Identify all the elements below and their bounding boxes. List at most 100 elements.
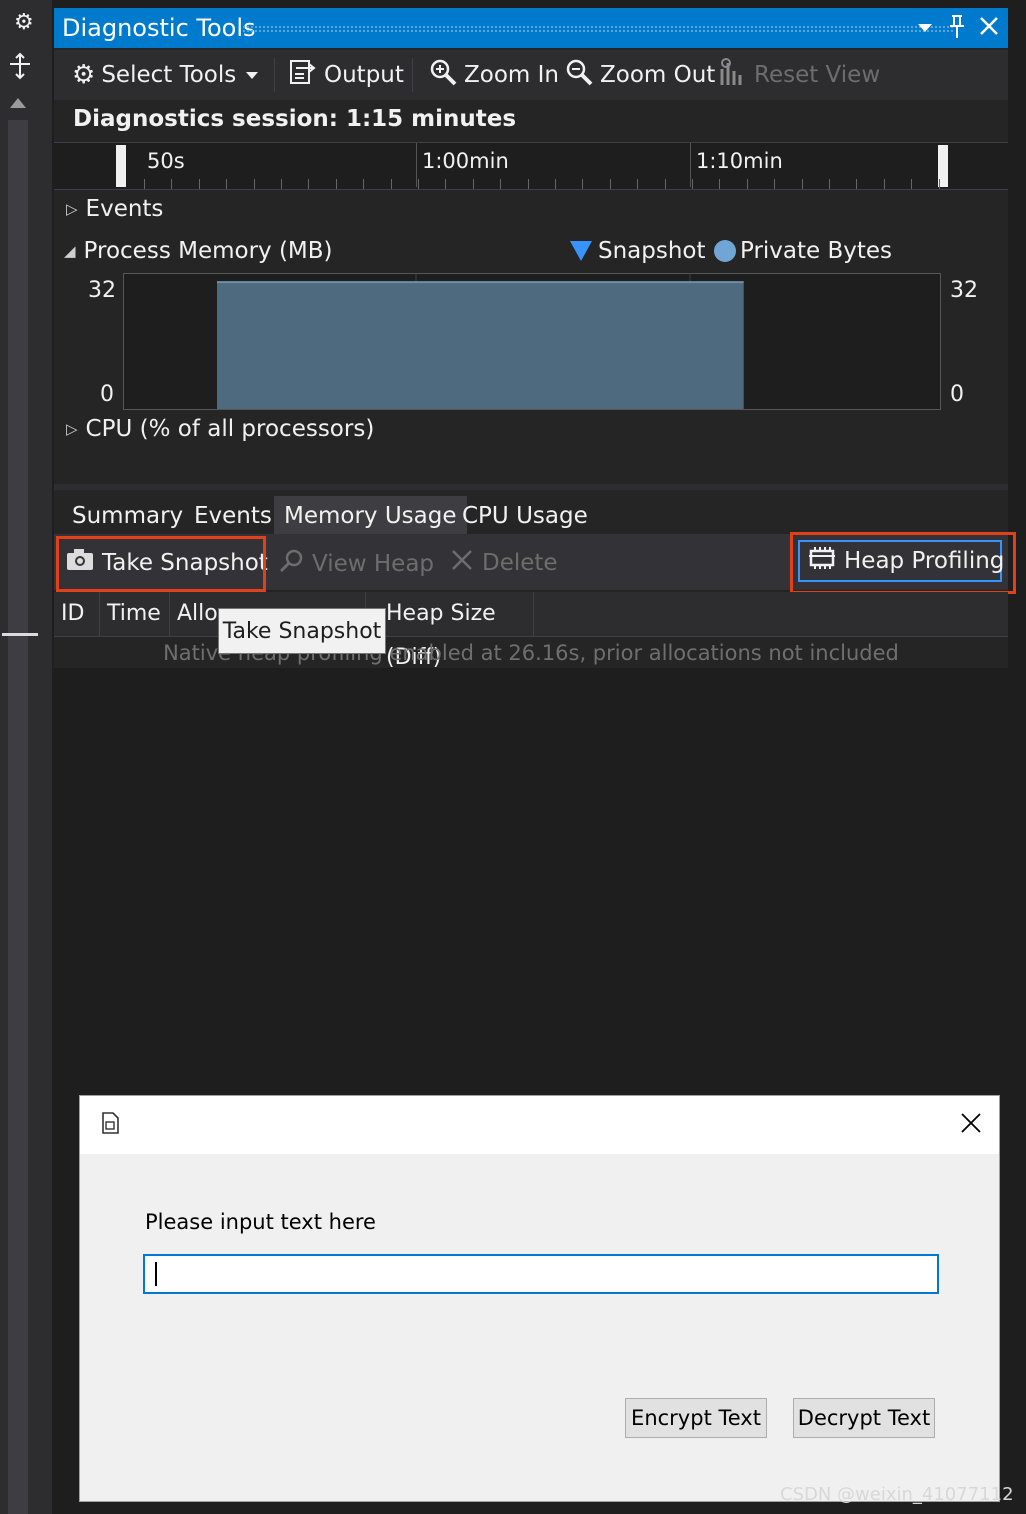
timeline-ruler[interactable]: 50s 1:00min 1:10min — [54, 142, 1008, 190]
column-header-id[interactable]: ID — [54, 592, 100, 636]
tab-summary[interactable]: Summary — [62, 496, 193, 534]
ruler-minor-tick — [665, 179, 666, 189]
process-memory-label: Process Memory (MB) — [83, 238, 333, 264]
pin-icon[interactable] — [948, 14, 966, 44]
vertical-scrollbar[interactable] — [8, 120, 28, 1514]
ruler-label: 50s — [147, 149, 185, 173]
ruler-minor-tick — [610, 179, 611, 189]
legend-snapshot-label: Snapshot — [598, 238, 706, 264]
y-axis-right-min: 0 — [950, 382, 964, 407]
ruler-minor-tick — [226, 179, 227, 189]
reset-view-button[interactable]: Reset View — [718, 57, 881, 93]
splitter[interactable] — [54, 484, 1008, 490]
ruler-minor-tick — [418, 179, 419, 189]
highlight-box — [790, 532, 1016, 594]
ruler-minor-tick — [747, 179, 748, 189]
ruler-minor-tick — [939, 179, 940, 189]
close-icon[interactable] — [960, 1112, 982, 1138]
cpu-section-label: CPU (% of all processors) — [85, 416, 375, 442]
titlebar-grip — [242, 25, 954, 33]
side-toolbar: ⚙ — [0, 0, 52, 1514]
window-titlebar[interactable]: Diagnostic Tools — [54, 8, 1008, 48]
session-duration: Diagnostics session: 1:15 minutes — [73, 106, 517, 132]
column-header-time[interactable]: Time — [100, 592, 170, 636]
gear-icon: ⚙ — [72, 60, 96, 90]
delete-label: Delete — [482, 550, 558, 576]
move-icon[interactable] — [8, 52, 32, 80]
gear-icon[interactable]: ⚙ — [14, 10, 34, 35]
ruler-minor-tick — [391, 179, 392, 189]
output-label: Output — [324, 62, 404, 88]
decrypt-text-button[interactable]: Decrypt Text — [793, 1398, 935, 1438]
diagnostics-toolbar: ⚙ Select Tools Output Zoom In Zoom Out R… — [54, 50, 1008, 100]
cpu-section-header[interactable]: ▷ CPU (% of all processors) — [66, 416, 374, 442]
ruler-left-handle[interactable] — [116, 145, 126, 187]
column-header-heap-size[interactable]: Heap Size (Diff) — [366, 592, 534, 670]
memory-actions-bar: Take Snapshot View Heap Delete Heap Prof… — [54, 532, 1016, 594]
ruler-minor-tick — [582, 179, 583, 189]
ruler-minor-tick — [445, 179, 446, 189]
process-memory-section-header[interactable]: ◢ Process Memory (MB) — [64, 238, 333, 264]
y-axis-left-min: 0 — [100, 382, 114, 407]
app-dialog: Please input text here Encrypt Text Decr… — [79, 1095, 1000, 1502]
ruler-minor-tick — [336, 179, 337, 189]
ruler-minor-tick — [637, 179, 638, 189]
search-icon — [278, 548, 304, 580]
zoom-in-label: Zoom In — [464, 62, 559, 88]
ruler-minor-tick — [911, 179, 912, 189]
chevron-down-icon — [246, 71, 259, 79]
process-memory-chart[interactable] — [123, 273, 941, 410]
dropdown-arrow-icon[interactable] — [918, 24, 932, 32]
ruler-minor-tick — [144, 179, 145, 189]
dialog-titlebar[interactable] — [80, 1096, 999, 1154]
ruler-minor-tick — [473, 179, 474, 189]
tab-cpu-usage[interactable]: CPU Usage — [452, 496, 598, 534]
zoom-in-icon — [428, 57, 458, 93]
ruler-minor-tick — [308, 179, 309, 189]
input-label: Please input text here — [145, 1210, 376, 1234]
collapse-icon: ◢ — [64, 242, 76, 260]
ruler-minor-tick — [281, 179, 282, 189]
window-title: Diagnostic Tools — [62, 14, 256, 42]
ruler-minor-tick — [171, 179, 172, 189]
tab-memory-usage[interactable]: Memory Usage — [274, 496, 467, 534]
close-icon[interactable] — [978, 15, 1000, 41]
ruler-minor-tick — [829, 179, 830, 189]
private-bytes-dot-icon — [714, 240, 736, 262]
legend-snapshot: Snapshot — [570, 238, 706, 264]
tab-events[interactable]: Events — [184, 496, 282, 534]
scroll-thumb-marker[interactable] — [2, 633, 38, 636]
ruler-label: 1:10min — [696, 149, 783, 173]
view-heap-button[interactable]: View Heap — [278, 548, 434, 580]
output-icon — [288, 58, 318, 92]
reset-view-icon — [718, 57, 748, 93]
app-icon — [100, 1112, 120, 1138]
ruler-minor-tick — [555, 179, 556, 189]
reset-view-label: Reset View — [754, 62, 881, 88]
scroll-up-icon[interactable] — [10, 98, 26, 108]
details-tabs: Summary Events Memory Usage CPU Usage — [54, 496, 1008, 534]
legend-private-bytes-label: Private Bytes — [740, 238, 893, 264]
zoom-out-icon — [564, 57, 594, 93]
private-bytes-area — [217, 282, 744, 409]
events-section-header[interactable]: ▷ Events — [66, 196, 163, 222]
encrypt-text-button[interactable]: Encrypt Text — [625, 1398, 767, 1438]
ruler-minor-tick — [856, 179, 857, 189]
ruler-minor-tick — [199, 179, 200, 189]
zoom-in-button[interactable]: Zoom In — [428, 57, 559, 93]
ruler-label: 1:00min — [422, 149, 509, 173]
ruler-minor-tick — [802, 179, 803, 189]
delete-button[interactable]: Delete — [450, 548, 558, 578]
snapshot-triangle-icon — [570, 241, 592, 261]
zoom-out-button[interactable]: Zoom Out — [564, 57, 715, 93]
ruler-minor-tick — [254, 179, 255, 189]
legend-private-bytes: Private Bytes — [714, 238, 892, 264]
text-input[interactable] — [143, 1254, 939, 1294]
output-button[interactable]: Output — [288, 60, 404, 90]
select-tools-label: Select Tools — [101, 62, 237, 88]
take-snapshot-tooltip: Take Snapshot — [218, 608, 386, 654]
ruler-minor-tick — [719, 179, 720, 189]
expand-icon: ▷ — [66, 200, 78, 218]
expand-icon: ▷ — [66, 420, 78, 438]
select-tools-button[interactable]: ⚙ Select Tools — [72, 60, 259, 90]
